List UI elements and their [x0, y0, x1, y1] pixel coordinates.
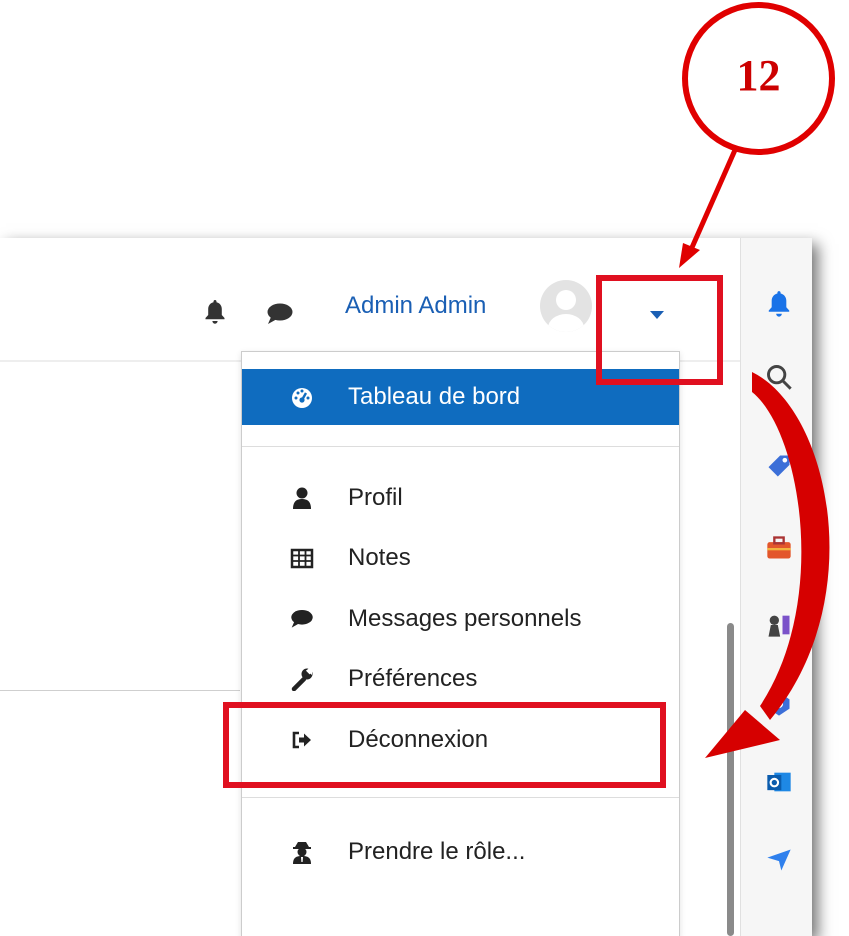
annotation-arrow-line — [687, 148, 738, 254]
annotation-arrowhead — [679, 243, 700, 268]
curved-annotation-arrow — [752, 372, 830, 720]
annotation-arrows — [679, 148, 830, 758]
